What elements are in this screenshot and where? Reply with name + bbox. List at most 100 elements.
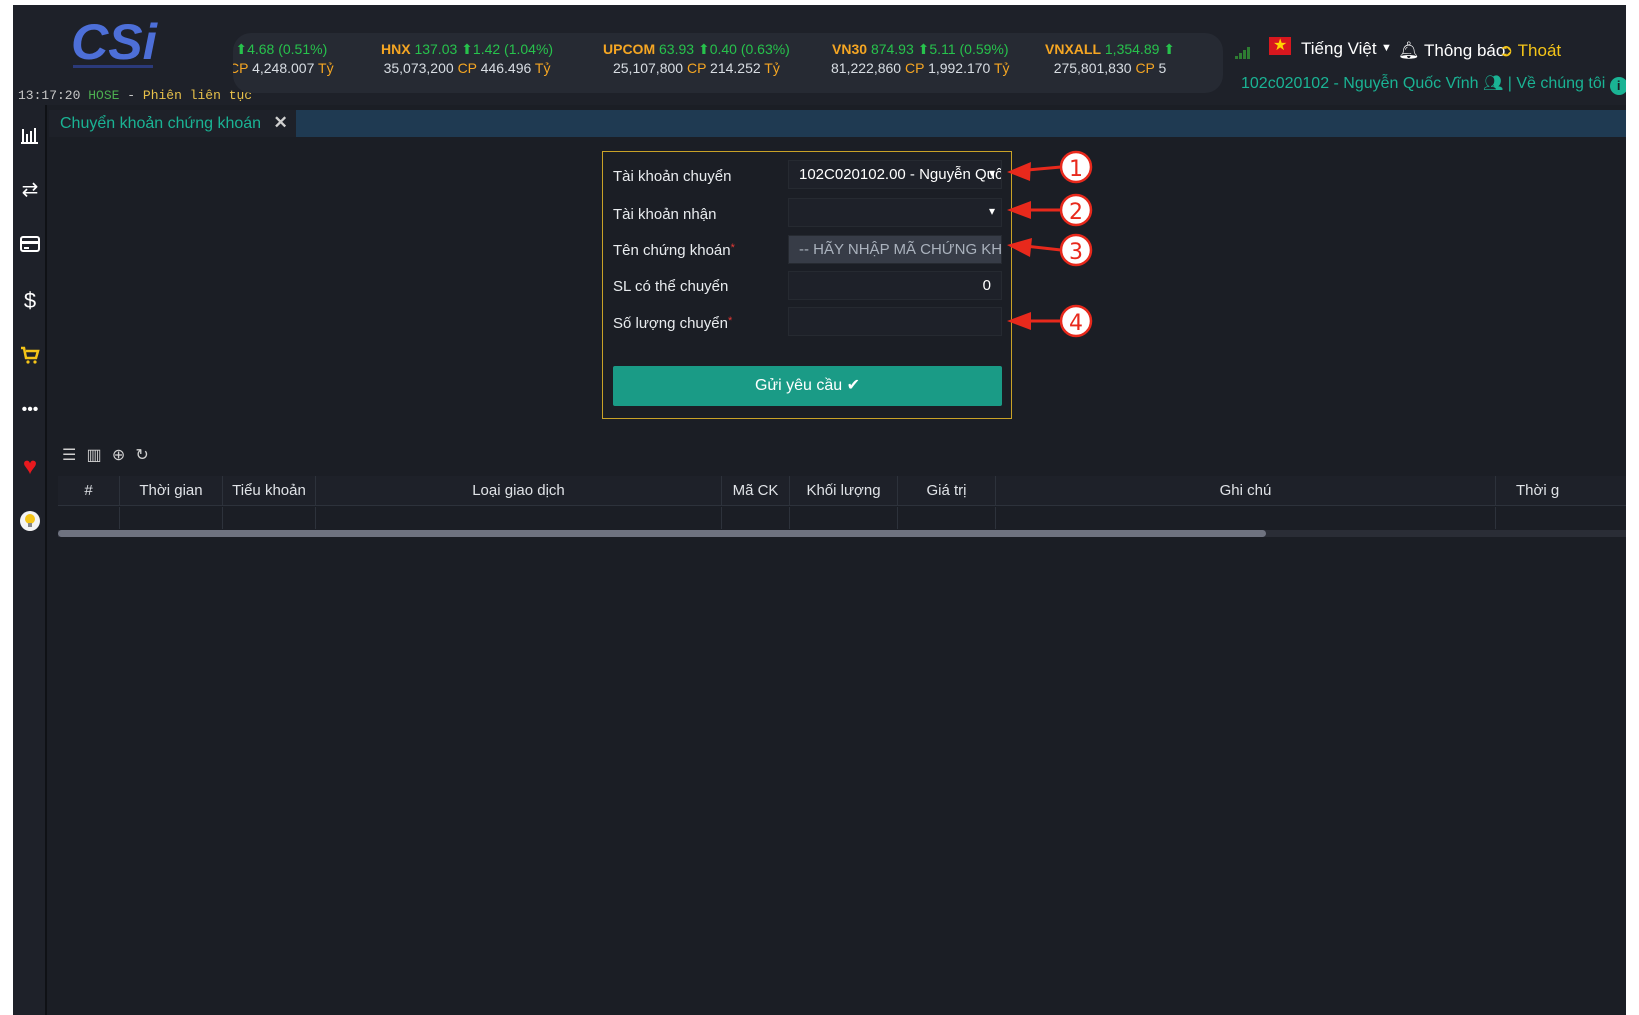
available-quantity-label: SL có thể chuyển [613,278,729,295]
ticker-item[interactable]: ⬆4.68 (0.51%) CP 4,248.007 Tỷ [233,41,334,76]
notifications-link[interactable]: 🔔︎ Thông báo [1398,41,1505,61]
vietnam-flag-icon[interactable]: ★ [1269,37,1291,55]
unit-label: Tỷ [318,60,334,76]
exchange-name: HOSE [88,88,120,103]
csi-logo: CSi [69,15,163,73]
column-header[interactable]: Thời g [1496,476,1626,506]
quantity-label: Số lượng chuyển* [613,315,732,332]
user-settings-icon[interactable]: 👥︎ [1483,75,1503,92]
to-account-label: Tài khoản nhận [613,206,717,223]
svg-text:2: 2 [1069,200,1083,225]
heart-icon[interactable]: ♥ [13,453,47,481]
session-status: Phiên liên tục [142,88,253,103]
user-account[interactable]: 102c020102 - Nguyễn Quốc Vĩnh [1241,75,1479,92]
table-header: # Thời gian Tiểu khoản Loại giao dịch Mã… [58,476,1626,506]
up-arrow-icon: ⬆ [917,41,930,57]
index-name: VNXALL [1045,41,1101,57]
column-header[interactable]: # [58,476,120,506]
symbol-label: Tên chứng khoán* [613,242,735,259]
submit-request-button[interactable]: Gửi yêu cầu ✔ [613,366,1002,406]
transfer-form: Tài khoản chuyển 102C020102.00 - Nguyễn … [602,151,1012,419]
tab-securities-transfer[interactable]: Chuyển khoản chứng khoán ✕ [49,110,296,137]
card-icon[interactable] [13,235,47,259]
index-change: 0.40 [709,41,737,57]
close-icon[interactable]: ✕ [274,113,288,132]
sidebar: ⇄ $ ••• ♥ [13,105,47,1015]
annotation-arrow-4: 4 [1007,304,1093,338]
table-cell [996,507,1496,529]
quantity-input[interactable] [788,307,1002,336]
excel-export-icon[interactable]: ▥ [87,445,102,465]
cart-icon[interactable] [13,345,47,371]
tab-label: Chuyển khoản chứng khoán [60,115,262,132]
required-mark: * [727,315,733,327]
unit-label: Tỷ [764,60,780,76]
svg-text:1: 1 [1069,157,1083,182]
market-ticker[interactable]: ⬆4.68 (0.51%) CP 4,248.007 Tỷ HNX 137.03… [233,33,1223,93]
index-change: 4.68 [247,41,275,57]
column-header[interactable]: Thời gian [120,476,223,506]
annotation-arrow-2: 2 [1007,193,1093,227]
from-account-select[interactable]: 102C020102.00 - Nguyễn Quốc [788,160,1002,189]
zoom-icon[interactable]: ⊕ [112,445,125,465]
column-header[interactable]: Loại giao dịch [316,476,722,506]
info-icon[interactable]: i [1609,77,1626,95]
session-clock: 13:17:20 HOSE - Phiên liên tục [18,88,252,103]
table-cell [120,507,223,529]
column-header[interactable]: Tiểu khoản [223,476,316,506]
ticker-item[interactable]: VN30 874.93 ⬆5.11 (0.59%) 81,222,860 CP … [831,41,1010,76]
index-amount: 446.496 [480,60,532,76]
user-info: 102c020102 - Nguyễn Quốc Vĩnh 👥︎ | Về ch… [1241,73,1626,95]
svg-text:CSi: CSi [71,15,158,70]
refresh-icon[interactable]: ↻ [135,445,148,465]
lightbulb-icon[interactable] [13,510,47,538]
horizontal-scrollbar[interactable] [58,530,1626,537]
logout-link[interactable]: ➲ Thoát [1499,41,1561,61]
svg-text:4: 4 [1069,311,1083,336]
symbol-input[interactable]: -- HÃY NHẬP MÃ CHỨNG KHOÁN [788,235,1002,264]
index-value: 63.93 [659,41,695,57]
index-value: 874.93 [870,41,914,57]
dollar-icon[interactable]: $ [13,288,47,314]
more-icon[interactable]: ••• [13,401,47,419]
chart-icon[interactable] [13,125,47,151]
index-name: HNX [381,41,411,57]
index-amount: 5 [1158,60,1167,76]
column-header[interactable]: Khối lượng [790,476,898,506]
ticker-item[interactable]: HNX 137.03 ⬆1.42 (1.04%) 35,073,200 CP 4… [381,41,553,76]
ticker-item[interactable]: VNXALL 1,354.89 ⬆ 275,801,830 CP 5 [1045,41,1175,76]
scrollbar-thumb[interactable] [58,530,1266,537]
chevron-down-icon[interactable]: ▼ [1381,42,1392,54]
annotation-arrow-3: 3 [1007,233,1093,267]
unit-label: Tỷ [994,60,1010,76]
index-name: VN30 [832,41,868,57]
to-account-select[interactable] [788,198,1002,227]
column-header[interactable]: Mã CK [722,476,790,506]
index-change: 5.11 [929,41,956,57]
up-arrow-icon: ⬆ [697,41,710,57]
column-header[interactable]: Giá trị [898,476,996,506]
cp-label: CP [686,60,707,76]
from-account-label: Tài khoản chuyển [613,168,732,185]
index-volume: 275,801,830 [1053,60,1132,76]
cp-label: CP [1135,60,1155,76]
header-right: ★ Tiếng Việt ▼ 🔔︎ Thông báo ➲ Thoát 102c… [1223,33,1626,103]
index-volume: 25,107,800 [612,60,684,76]
required-mark: * [730,242,735,254]
column-header[interactable]: Ghi chú [996,476,1496,506]
index-name: UPCOM [603,41,656,57]
language-selector[interactable]: Tiếng Việt [1301,39,1377,59]
index-pct: (0.51%) [278,41,328,57]
available-quantity-field: 0 [788,271,1002,300]
column-list-icon[interactable]: ☰ [62,445,76,465]
logout-icon: ➲ [1499,41,1514,60]
up-arrow-icon: ⬆ [235,41,248,57]
about-link[interactable]: | Về chúng tôi [1508,75,1606,92]
table-cell [722,507,790,529]
svg-text:3: 3 [1069,240,1083,265]
transfer-icon[interactable]: ⇄ [13,177,47,202]
signal-icon [1235,47,1253,59]
index-value: 1,354.89 [1104,41,1160,57]
ticker-item[interactable]: UPCOM 63.93 ⬆0.40 (0.63%) 25,107,800 CP … [603,41,790,76]
index-volume: 35,073,200 [383,60,454,76]
